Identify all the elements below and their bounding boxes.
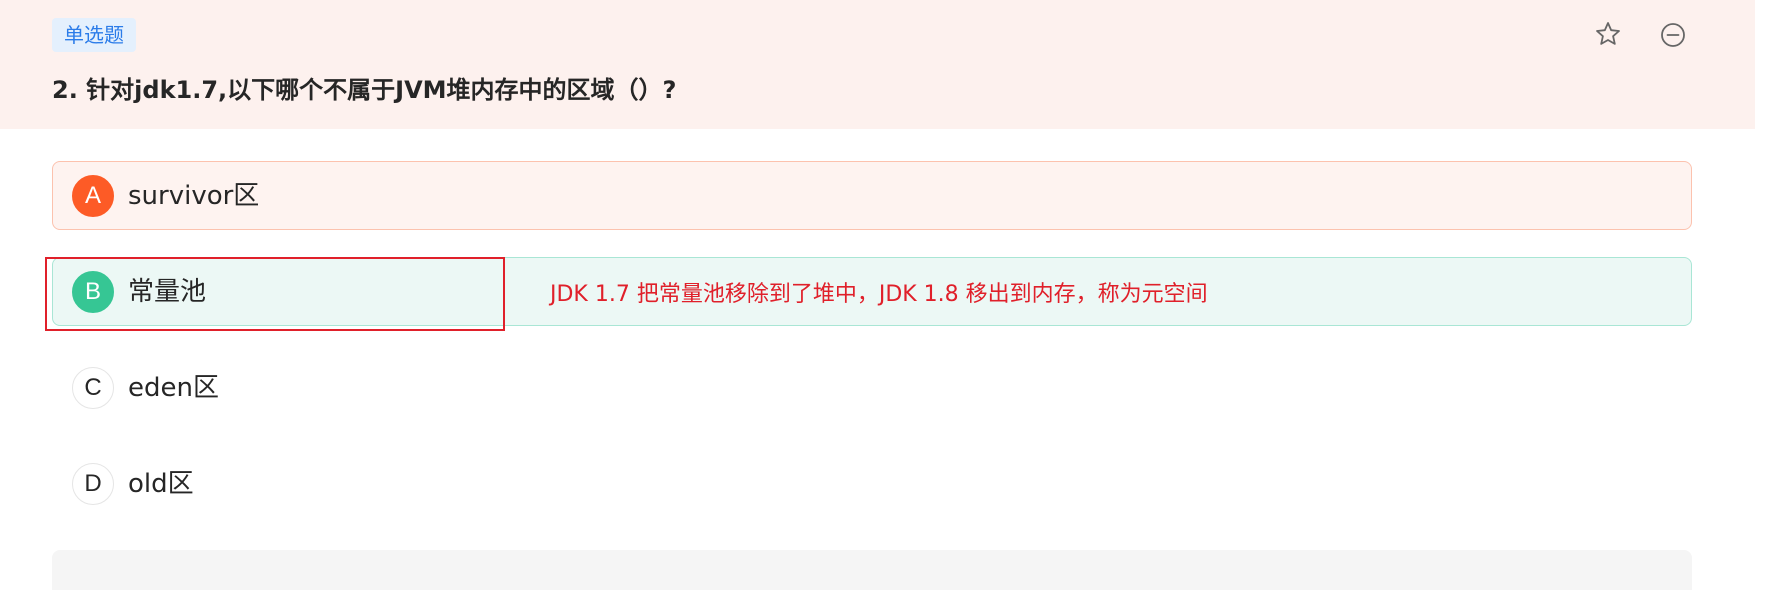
option-text-d: old区 — [128, 469, 194, 499]
option-letter-c: C — [72, 367, 114, 409]
option-letter-a: A — [72, 175, 114, 217]
annotation-highlight-box — [45, 257, 505, 331]
option-letter-d: D — [72, 463, 114, 505]
option-a[interactable]: A survivor区 — [52, 161, 1692, 230]
option-text-c: eden区 — [128, 373, 219, 403]
question-header: 单选题 2. 针对jdk1.7,以下哪个不属于JVM堆内存中的区域（）? — [0, 0, 1755, 129]
option-c[interactable]: C eden区 — [52, 353, 1692, 422]
star-icon[interactable] — [1591, 18, 1625, 52]
annotation-note: JDK 1.7 把常量池移除到了堆中，JDK 1.8 移出到内存，称为元空间 — [550, 282, 1208, 307]
option-d[interactable]: D old区 — [52, 449, 1692, 518]
question-type-tag: 单选题 — [52, 18, 136, 52]
answer-analysis-panel — [52, 550, 1692, 590]
question-title: 2. 针对jdk1.7,以下哪个不属于JVM堆内存中的区域（）? — [52, 76, 677, 104]
minus-circle-icon[interactable] — [1656, 18, 1690, 52]
option-text-a: survivor区 — [128, 181, 260, 211]
